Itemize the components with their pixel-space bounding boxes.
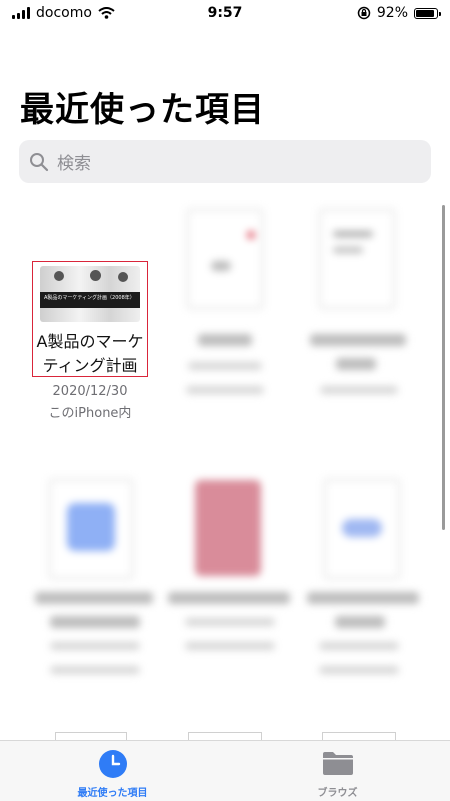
blurred-file-2[interactable] (178, 210, 278, 410)
scrollbar[interactable] (442, 205, 445, 530)
file-date: 2020/12/30 (52, 384, 128, 399)
status-bar: docomo 9:57 92% (0, 0, 450, 26)
file-name-line2: ティング計画 (42, 356, 138, 375)
tab-browse-label: ブラウズ (317, 788, 358, 799)
file-name-line1: A製品のマーケ (36, 332, 144, 351)
blurred-file-5[interactable] (165, 480, 295, 680)
blurred-file-3[interactable] (310, 210, 420, 410)
tab-browse[interactable]: ブラウズ (225, 741, 450, 801)
orientation-lock-icon (357, 6, 371, 20)
search-input[interactable]: 検索 (19, 140, 431, 183)
folder-icon (322, 752, 353, 775)
file-item-marketing-plan[interactable]: A製品のマーケ ティング計画 2020/12/30 このiPhone内 (25, 330, 155, 424)
tab-recent-label: 最近使った項目 (77, 788, 148, 799)
tab-bar: 最近使った項目 ブラウズ (0, 740, 450, 801)
battery-icon (414, 7, 441, 19)
thumbnail-caption: A製品のマーケティング計画（2008年） (44, 295, 135, 301)
page-title: 最近使った項目 (20, 90, 265, 130)
blurred-file-6[interactable] (305, 480, 435, 680)
file-location: このiPhone内 (48, 406, 132, 421)
battery-percent: 92% (376, 5, 408, 21)
blurred-file-4[interactable] (30, 480, 160, 680)
search-placeholder: 検索 (57, 154, 91, 174)
status-right: 92% (357, 5, 441, 21)
search-icon (30, 152, 49, 171)
tab-recent[interactable]: 最近使った項目 (0, 741, 225, 801)
file-thumbnail[interactable]: A製品のマーケティング計画（2008年） (40, 266, 140, 322)
clock-icon (98, 750, 127, 778)
